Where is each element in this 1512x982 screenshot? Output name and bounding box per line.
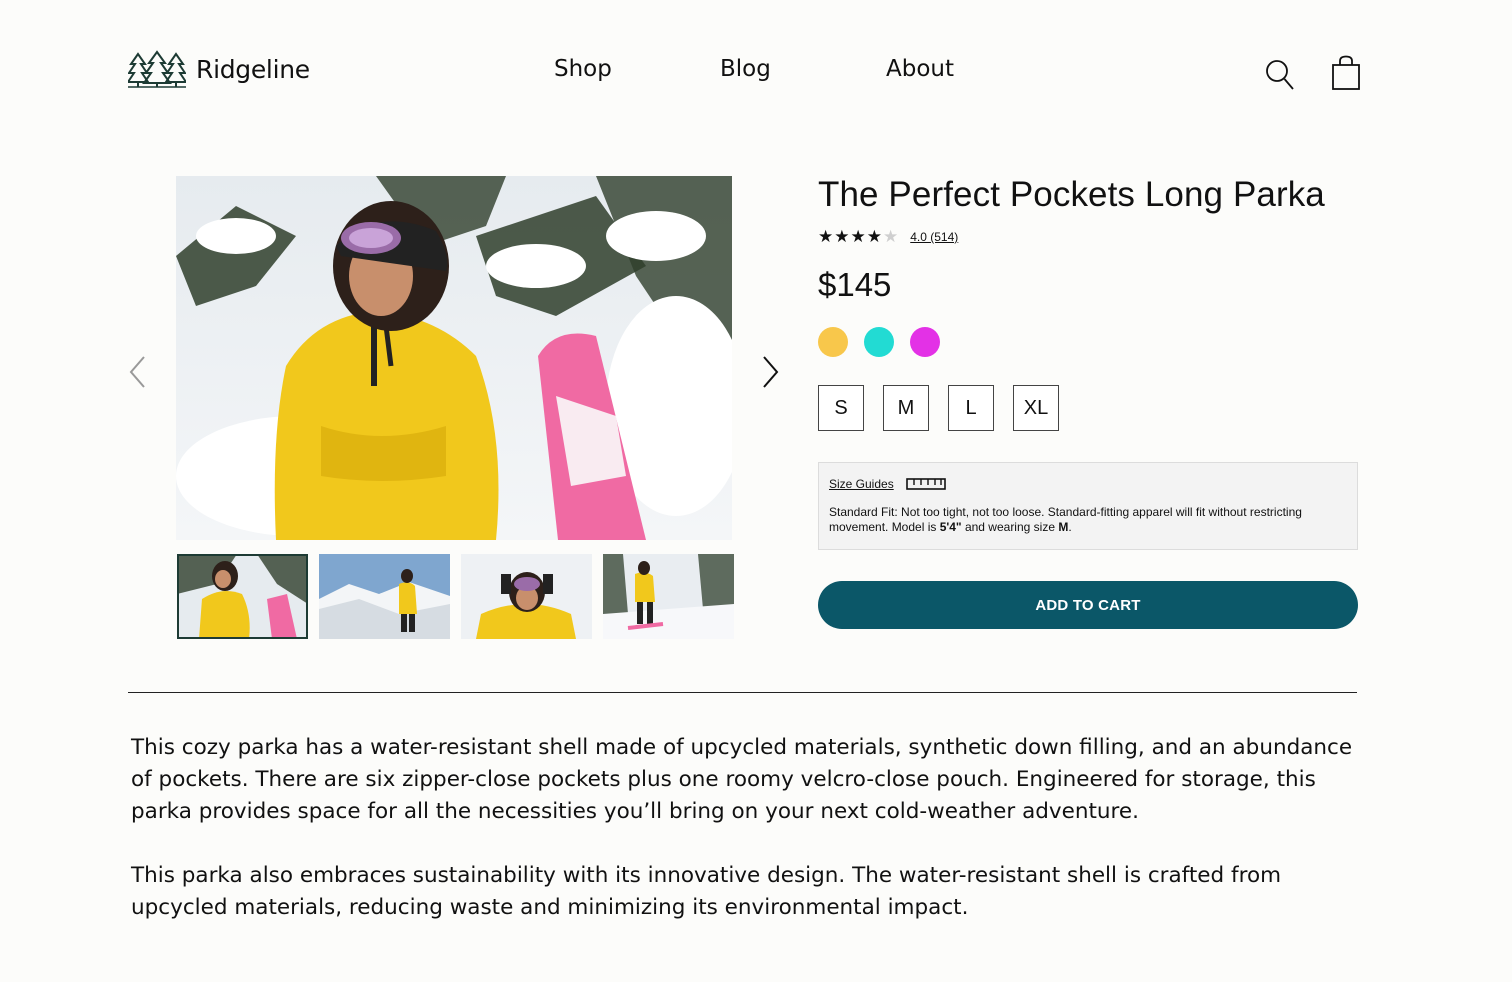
color-swatch-yellow[interactable] [818,327,848,357]
color-swatch-magenta[interactable] [910,327,940,357]
size-option-xl[interactable]: XL [1013,385,1059,431]
nav-about[interactable]: About [886,56,954,82]
brand-name: Ridgeline [196,54,310,84]
section-divider [128,692,1357,693]
size-guides-link[interactable]: Size Guides [829,477,894,491]
model-height: 5'4" [939,520,962,534]
rating-reviews-link[interactable]: 4.0 (514) [910,230,958,244]
star-icon: ★ [818,227,834,247]
rating-stars: ★ ★ ★ ★ ★ [818,228,898,246]
thumbnail-3[interactable] [461,554,592,639]
description-paragraph: This parka also embraces sustainability … [131,863,1282,920]
size-selector: S M L XL [818,385,1059,431]
size-option-m[interactable]: M [883,385,929,431]
star-icon: ★ [834,227,850,247]
size-guide-panel: Size Guides Standard Fit: Not too tight,… [818,462,1358,550]
pine-trees-icon [128,50,186,88]
color-swatches [818,327,940,357]
product-title: The Perfect Pockets Long Parka [818,175,1325,214]
star-empty-icon: ★ [883,227,899,247]
product-description: This cozy parka has a water-resistant sh… [131,732,1366,924]
shopping-bag-icon[interactable] [1331,55,1361,95]
model-size: M [1058,520,1069,534]
product-rating: ★ ★ ★ ★ ★ 4.0 (514) [818,228,958,246]
thumbnail-2[interactable] [319,554,450,639]
product-main-image [176,176,732,540]
chevron-left-icon [129,356,145,388]
nav-shop[interactable]: Shop [554,56,612,82]
search-icon[interactable] [1264,58,1296,96]
gallery-prev-button[interactable] [126,354,150,394]
fit-description: Standard Fit: Not too tight, not too loo… [829,505,1302,534]
color-swatch-teal[interactable] [864,327,894,357]
ruler-icon [905,478,946,490]
description-paragraph: This cozy parka has a water-resistant sh… [131,735,1353,824]
brand-logo[interactable]: Ridgeline [128,50,310,88]
nav-blog[interactable]: Blog [720,56,771,82]
thumbnail-1[interactable] [177,554,308,639]
thumbnail-4[interactable] [603,554,734,639]
size-option-l[interactable]: L [948,385,994,431]
gallery-thumbnails [177,554,734,639]
product-price: $145 [818,266,892,303]
star-icon: ★ [866,227,882,247]
star-icon: ★ [850,227,866,247]
chevron-right-icon [763,356,779,388]
gallery-next-button[interactable] [758,354,782,394]
size-option-s[interactable]: S [818,385,864,431]
add-to-cart-button[interactable]: ADD TO CART [818,581,1358,629]
